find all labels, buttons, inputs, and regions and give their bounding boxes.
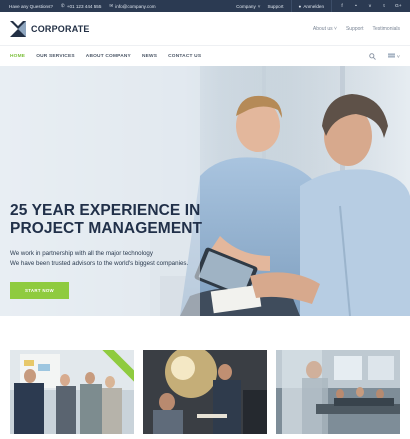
company-dropdown[interactable]: Company ˅	[236, 4, 260, 9]
facebook-icon[interactable]: f	[339, 4, 345, 9]
hero-banner: 25 YEAR EXPERIENCE IN PROJECT MANAGEMENT…	[0, 66, 410, 316]
login-label: Anmelden	[303, 3, 324, 9]
hero-text-line-2: We have been trusted advisors to the wor…	[10, 260, 189, 267]
top-bar: Have any Questions? ✆ +01 123 444 555 ✉ …	[0, 0, 410, 12]
business-people-image	[143, 350, 267, 434]
chevron-down-icon: ˅	[334, 25, 337, 32]
nav-home[interactable]: HOME	[10, 54, 25, 59]
hero-image	[0, 66, 410, 316]
twitter-icon[interactable]: •	[353, 4, 359, 9]
testimonials-link[interactable]: Testimonials	[372, 26, 400, 32]
phone-number: +01 123 444 555	[66, 3, 102, 9]
search-icon[interactable]	[369, 52, 377, 60]
flag-icon	[388, 52, 396, 58]
email-link[interactable]: ✉ info@company.com	[109, 3, 155, 9]
logo[interactable]: CORPORATE	[10, 20, 90, 37]
office-meeting-image	[276, 350, 400, 434]
divider	[290, 0, 292, 12]
chevron-down-icon: ˅	[257, 3, 261, 9]
email-address: info@company.com	[115, 3, 156, 9]
google-plus-icon[interactable]: G+	[395, 4, 402, 9]
mail-icon: ✉	[109, 3, 114, 8]
main-nav: HOME OUR SERVICES ABOUT COMPANY NEWS CON…	[0, 46, 410, 66]
support-link[interactable]: Support	[267, 4, 283, 9]
hero-description: We work in partnership with all the majo…	[10, 249, 188, 269]
divider	[331, 0, 332, 12]
service-card-image-3[interactable]	[276, 350, 400, 434]
services-section	[0, 316, 410, 439]
service-card-image-2[interactable]	[143, 350, 267, 434]
hero-title-line-1: 25 YEAR EXPERIENCE IN	[10, 202, 201, 219]
phone-icon: ✆	[60, 3, 65, 8]
nav-news[interactable]: NEWS	[142, 54, 157, 59]
start-now-button[interactable]: START NOW	[10, 282, 69, 299]
chevron-down-icon: ˅	[396, 54, 400, 60]
brand-name: CORPORATE	[31, 23, 90, 34]
nav-our-services[interactable]: OUR SERVICES	[36, 54, 75, 59]
question-text: Have any Questions?	[9, 3, 53, 9]
support-link[interactable]: Support	[346, 26, 364, 32]
language-selector[interactable]: ˅	[388, 52, 400, 60]
vimeo-icon[interactable]: v	[367, 4, 373, 9]
about-us-label: About us	[312, 25, 333, 32]
social-links: f • v t G+	[339, 4, 401, 9]
tumblr-icon[interactable]: t	[381, 4, 387, 9]
site-header: CORPORATE About us ˅ Support Testimonial…	[0, 12, 410, 46]
about-us-link[interactable]: About us ˅	[313, 26, 337, 32]
logo-icon	[10, 20, 26, 37]
hero-text-line-1: We work in partnership with all the majo…	[10, 250, 153, 257]
hero-title: 25 YEAR EXPERIENCE IN PROJECT MANAGEMENT	[10, 202, 202, 238]
nav-contact-us[interactable]: CONTACT US	[168, 54, 201, 59]
service-card-image-1[interactable]	[10, 350, 134, 434]
nav-about-company[interactable]: ABOUT COMPANY	[86, 54, 131, 59]
login-link[interactable]: ● Anmelden	[299, 4, 324, 9]
user-icon: ●	[298, 3, 302, 9]
phone-link[interactable]: ✆ +01 123 444 555	[61, 3, 101, 9]
hero-title-line-2: PROJECT MANAGEMENT	[10, 220, 203, 237]
company-label: Company	[236, 3, 256, 9]
